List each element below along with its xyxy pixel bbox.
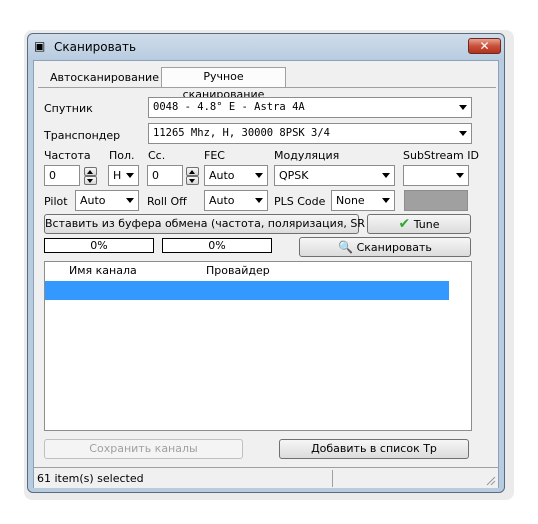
close-button[interactable]: ✕	[468, 38, 501, 54]
dialog-body: Автосканирование Ручное сканирование Спу…	[33, 60, 499, 488]
chevron-down-icon	[255, 198, 263, 203]
spin-down-icon[interactable]	[84, 176, 97, 185]
transponder-value: 11265 Mhz, H, 30000 8PSK 3/4	[153, 127, 331, 139]
transponder-select[interactable]: 11265 Mhz, H, 30000 8PSK 3/4	[148, 123, 472, 144]
tab-divider	[38, 87, 496, 88]
fec-value: Auto	[209, 169, 235, 182]
pilot-label: Pilot	[44, 195, 68, 208]
modulation-select[interactable]: QPSK	[274, 165, 395, 186]
satellite-select[interactable]: 0048 - 4.8° E - Astra 4A	[148, 97, 472, 118]
transponder-label: Транспондер	[44, 129, 121, 142]
magnifier-icon: 🔍	[338, 240, 354, 254]
pilot-value: Auto	[80, 194, 106, 207]
pls-code-label: PLS Code	[274, 195, 326, 208]
pilot-select[interactable]: Auto	[75, 190, 139, 211]
spin-up-icon[interactable]	[84, 167, 97, 176]
chevron-down-icon	[459, 105, 467, 110]
fec-label: FEC	[204, 149, 225, 162]
frequency-label: Частота	[44, 149, 91, 162]
tune-button[interactable]: ✔ Tune	[367, 214, 471, 234]
chevron-down-icon	[459, 131, 467, 136]
chevron-down-icon	[255, 173, 263, 178]
column-provider[interactable]: Провайдер	[206, 264, 270, 278]
tab-auto-scan[interactable]: Автосканирование	[44, 69, 165, 89]
substream-label: SubStream ID	[403, 149, 479, 162]
scan-button[interactable]: 🔍 Сканировать	[299, 237, 471, 257]
tab-manual-scan[interactable]: Ручное сканирование	[161, 67, 286, 101]
status-divider	[332, 470, 333, 487]
table-row[interactable]	[45, 281, 449, 300]
pls-code-value: None	[336, 194, 365, 207]
chevron-down-icon	[126, 198, 134, 203]
column-channel-name[interactable]: Имя канала	[69, 264, 137, 278]
window-title: Сканировать	[54, 40, 137, 54]
frequency-input[interactable]: 0	[44, 165, 80, 186]
frequency-stepper[interactable]	[84, 167, 97, 185]
title-bar[interactable]: ▣ Сканировать ✕	[28, 34, 504, 60]
spin-down-icon[interactable]	[186, 176, 199, 185]
rolloff-value: Auto	[209, 194, 235, 207]
spin-up-icon[interactable]	[186, 167, 199, 176]
modulation-label: Модуляция	[274, 149, 340, 162]
channel-list-header: Имя канала Провайдер	[45, 262, 449, 280]
progress-bar-2: 0%	[162, 238, 272, 253]
rolloff-label: Roll Off	[147, 195, 187, 208]
satellite-label: Спутник	[44, 102, 93, 115]
rolloff-select[interactable]: Auto	[204, 190, 268, 211]
close-icon: ✕	[479, 39, 490, 53]
modulation-value: QPSK	[279, 169, 309, 182]
tune-label: Tune	[413, 218, 440, 231]
fec-select[interactable]: Auto	[204, 165, 268, 186]
resize-grip-icon[interactable]	[486, 476, 496, 486]
scan-dialog: ▣ Сканировать ✕ Автосканирование Ручное …	[27, 33, 505, 493]
progress-2-text: 0%	[208, 239, 226, 252]
channel-list[interactable]: Имя канала Провайдер	[44, 261, 472, 431]
chevron-down-icon	[456, 173, 464, 178]
polarization-select[interactable]: H	[108, 165, 139, 186]
progress-1-text: 0%	[90, 239, 108, 252]
satellite-value: 0048 - 4.8° E - Astra 4A	[153, 101, 305, 113]
polarization-label: Пол.	[109, 149, 135, 162]
scan-label: Сканировать	[356, 241, 432, 254]
chevron-down-icon	[382, 173, 390, 178]
app-icon: ▣	[34, 39, 46, 53]
chevron-down-icon	[126, 173, 134, 178]
polarization-value: H	[113, 169, 122, 182]
symbol-rate-value: 0	[152, 169, 159, 182]
symbol-rate-input[interactable]: 0	[147, 165, 183, 186]
substream-select[interactable]	[403, 165, 469, 186]
frequency-value: 0	[49, 169, 56, 182]
progress-bar-1: 0%	[44, 238, 154, 253]
status-text: 61 item(s) selected	[37, 472, 144, 485]
pls-code-indicator	[404, 190, 468, 211]
paste-from-clipboard-button[interactable]: Вставить из буфера обмена (частота, поля…	[44, 214, 383, 234]
status-bar: 61 item(s) selected	[34, 467, 498, 488]
add-to-tp-list-button[interactable]: Добавить в список Тр	[279, 439, 469, 459]
check-icon: ✔	[398, 216, 411, 232]
symbol-rate-stepper[interactable]	[186, 167, 199, 185]
pls-code-select[interactable]: None	[331, 190, 395, 211]
chevron-down-icon	[382, 198, 390, 203]
save-channels-button[interactable]: Сохранить каналы	[44, 439, 243, 459]
symbol-rate-label: Сс.	[148, 149, 166, 162]
